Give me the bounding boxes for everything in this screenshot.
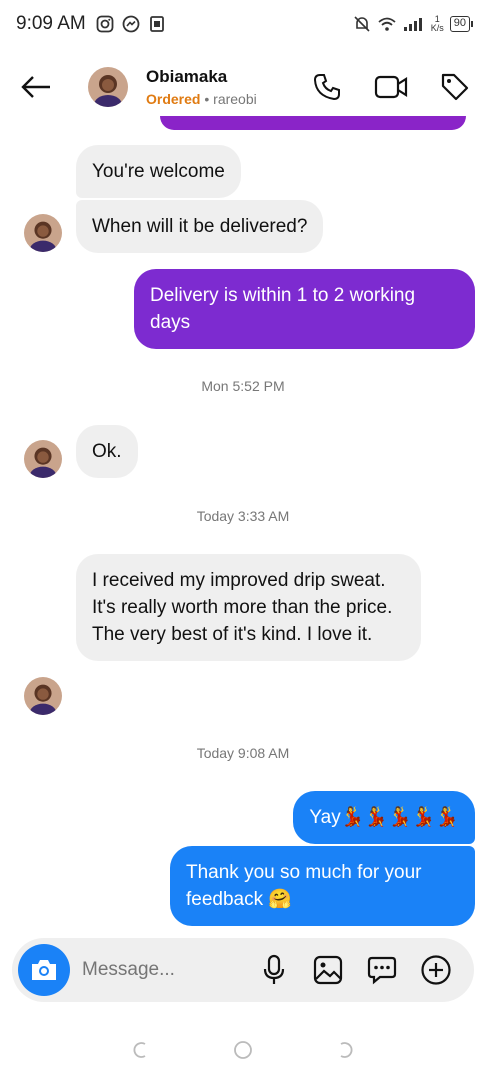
- message-composer: [12, 938, 474, 1002]
- chat-header: Obiamaka Ordered • rareobi: [0, 52, 486, 122]
- microphone-icon: [263, 954, 285, 984]
- nav-back-button[interactable]: [131, 1040, 151, 1060]
- app-icon: [149, 16, 164, 32]
- video-call-button[interactable]: [374, 70, 408, 104]
- label-button[interactable]: [438, 70, 472, 104]
- sender-avatar[interactable]: [24, 677, 62, 715]
- message-input[interactable]: [82, 959, 242, 981]
- previous-message-edge: [160, 116, 466, 130]
- system-navigation-bar: [0, 1030, 486, 1070]
- nav-back-icon: [133, 1042, 146, 1058]
- timestamp: Mon 5:52 PM: [201, 378, 285, 394]
- status-time: 9:09 AM: [16, 13, 86, 34]
- profile-photo: [24, 440, 62, 478]
- nav-home-button[interactable]: [233, 1040, 253, 1060]
- nav-recents-icon: [340, 1042, 353, 1058]
- timestamp: Today 9:08 AM: [196, 745, 290, 761]
- status-bar: 9:09 AM 1 K/s 90: [0, 0, 486, 48]
- back-button[interactable]: [14, 65, 58, 109]
- mute-bell-icon: [354, 16, 370, 32]
- timestamp: Today 3:33 AM: [196, 508, 290, 524]
- wifi-icon: [378, 17, 396, 31]
- add-icon: [421, 955, 451, 985]
- profile-photo: [24, 677, 62, 715]
- message-incoming[interactable]: I received my improved drip sweat. It's …: [76, 554, 421, 661]
- message-outgoing[interactable]: Yay💃💃💃💃💃: [293, 791, 475, 844]
- sticker-button[interactable]: [366, 954, 398, 986]
- messenger-icon: [122, 15, 140, 33]
- message-incoming[interactable]: You're welcome: [76, 145, 241, 198]
- gallery-icon: [313, 955, 343, 985]
- separator: •: [200, 91, 214, 107]
- arrow-left-icon: [21, 76, 50, 98]
- nav-recents-button[interactable]: [335, 1040, 355, 1060]
- contact-username: rareobi: [213, 91, 257, 107]
- order-status: Ordered: [146, 91, 201, 107]
- sender-avatar[interactable]: [24, 440, 62, 478]
- contact-info[interactable]: Obiamaka Ordered • rareobi: [146, 67, 257, 107]
- phone-icon: [313, 74, 340, 101]
- voice-message-button[interactable]: [258, 954, 290, 986]
- battery-indicator: 90: [449, 16, 474, 32]
- profile-photo: [88, 67, 128, 107]
- camera-icon: [32, 960, 56, 980]
- voice-call-button[interactable]: [310, 70, 344, 104]
- message-incoming[interactable]: When will it be delivered?: [76, 200, 324, 253]
- net-speed-unit: K/s: [430, 23, 444, 33]
- message-outgoing[interactable]: Thank you so much for your feedback 🤗: [170, 846, 475, 926]
- profile-photo: [24, 214, 62, 252]
- instagram-icon: [96, 15, 114, 33]
- tag-icon: [441, 73, 469, 101]
- gallery-button[interactable]: [312, 954, 344, 986]
- signal-icon: [403, 18, 422, 31]
- message-outgoing[interactable]: Delivery is within 1 to 2 working days: [134, 269, 475, 349]
- sender-avatar[interactable]: [24, 214, 62, 252]
- add-button[interactable]: [420, 954, 452, 986]
- message-incoming[interactable]: Ok.: [76, 425, 138, 478]
- contact-avatar[interactable]: [88, 67, 128, 107]
- sticker-icon: [367, 956, 397, 985]
- video-icon: [374, 75, 408, 99]
- nav-home-icon: [234, 1041, 252, 1059]
- contact-name: Obiamaka: [146, 67, 228, 86]
- camera-button[interactable]: [18, 944, 70, 996]
